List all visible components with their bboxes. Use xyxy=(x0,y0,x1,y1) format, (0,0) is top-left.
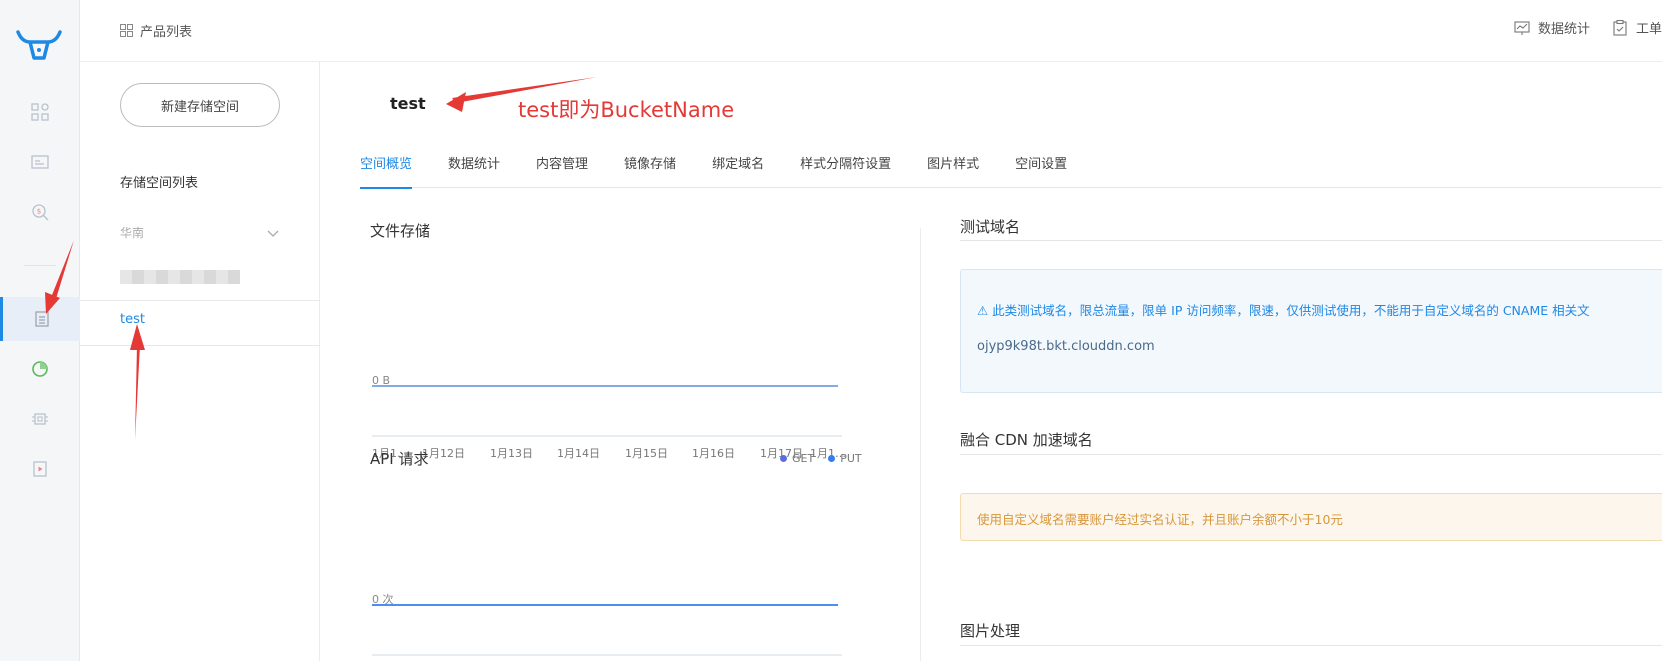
svg-text:$: $ xyxy=(37,208,41,216)
breadcrumb[interactable]: 产品列表 xyxy=(120,21,192,40)
storage-chart: 0 B1月1… 1月12日 1月13日 1月14日 1月15日 1月16日 1月17日 1月1… xyxy=(372,374,846,460)
bucket-title: test xyxy=(390,94,426,113)
app-root: $ 产品列表 数据统计 工单 新建存储空间 存储空间列表 华南 test tes… xyxy=(0,0,1662,661)
chip-icon xyxy=(32,413,48,425)
x-tick-label: 1月15日 xyxy=(625,447,668,460)
test-domain-box: ⚠ 此类测试域名，限总流量，限单 IP 访问频率，限速，仅供测试使用，不能用于自… xyxy=(960,269,1662,393)
api-chart: 0 次1月1…1月12日1月13日1月14日1月15日1月16日1月17日1月1… xyxy=(372,592,842,656)
blurred-bucket-item[interactable] xyxy=(120,270,240,284)
bucket-list-title: 存储空间列表 xyxy=(120,176,199,191)
bucket-list-item[interactable]: test xyxy=(120,312,145,327)
bucket-sidebar: 新建存储空间 存储空间列表 华南 test xyxy=(80,62,320,661)
rail-divider xyxy=(24,265,56,266)
legend-dot-get xyxy=(780,455,787,462)
storage-chart-title: 文件存储 xyxy=(370,222,431,240)
section-line xyxy=(960,645,1662,646)
column-divider xyxy=(920,228,921,661)
legend-put[interactable]: PUT xyxy=(828,452,862,465)
stats-link[interactable]: 数据统计 xyxy=(1514,18,1590,37)
api-chart-legend: GET PUT xyxy=(780,452,862,465)
x-tick-label: 1月13日 xyxy=(490,447,533,460)
stats-label: 数据统计 xyxy=(1537,22,1590,37)
tab-mirror[interactable]: 镜像存储 xyxy=(606,148,694,188)
rail-account-item[interactable] xyxy=(0,140,80,184)
tab-overview[interactable]: 空间概览 xyxy=(360,148,430,189)
main-content: test test即为BucketName 空间概览 数据统计 内容管理 镜像存… xyxy=(320,62,1662,661)
test-domain-value[interactable]: ojyp9k98t.bkt.clouddn.com xyxy=(977,339,1155,354)
video-play-icon xyxy=(33,461,47,477)
grid-shapes-icon xyxy=(31,103,49,121)
tab-image-styles[interactable]: 图片样式 xyxy=(909,148,997,188)
top-right-menu: 数据统计 工单 xyxy=(1514,18,1662,37)
annotation-text: test即为BucketName xyxy=(518,98,735,122)
y-tick-label: 0 次 xyxy=(372,592,394,606)
stats-chart-icon xyxy=(1514,20,1530,35)
rail-media-item[interactable] xyxy=(0,447,80,491)
rail-cdn-item[interactable] xyxy=(0,347,80,391)
y-tick-label: 0 B xyxy=(372,374,390,387)
new-bucket-button[interactable]: 新建存储空间 xyxy=(120,83,280,127)
tab-bucket-settings[interactable]: 空间设置 xyxy=(997,148,1085,188)
tab-statistics[interactable]: 数据统计 xyxy=(430,148,518,188)
rail-compute-item[interactable] xyxy=(0,397,80,441)
chevron-down-icon xyxy=(267,230,279,237)
x-tick-label: 1月14日 xyxy=(557,447,600,460)
section-line xyxy=(960,240,1662,241)
rail-storage-item[interactable] xyxy=(0,297,80,341)
sidebar-separator xyxy=(80,345,320,346)
cdn-globe-icon xyxy=(32,361,48,377)
icon-rail: $ xyxy=(0,0,80,661)
test-domain-warning: ⚠ 此类测试域名，限总流量，限单 IP 访问频率，限速，仅供测试使用，不能用于自… xyxy=(977,303,1590,318)
storage-doc-icon xyxy=(34,311,49,327)
tab-domain[interactable]: 绑定域名 xyxy=(694,148,782,188)
top-bar: 产品列表 数据统计 工单 xyxy=(80,0,1662,62)
rail-products-item[interactable] xyxy=(0,90,80,134)
api-chart-title: API 请求 xyxy=(370,450,429,468)
money-search-icon: $ xyxy=(32,204,49,221)
breadcrumb-label: 产品列表 xyxy=(140,25,193,40)
bucket-tabs: 空间概览 数据统计 内容管理 镜像存储 绑定域名 样式分隔符设置 图片样式 空间… xyxy=(360,148,1662,189)
cdn-warning-text: 使用自定义域名需要账户经过实名认证，并且账户余额不小于10元 xyxy=(977,512,1343,527)
legend-dot-put xyxy=(828,455,836,462)
logo-icon[interactable] xyxy=(16,28,62,62)
ticket-link[interactable]: 工单 xyxy=(1612,18,1662,37)
clipboard-check-icon xyxy=(1613,19,1627,36)
ticket-label: 工单 xyxy=(1635,22,1662,37)
image-processing-title: 图片处理 xyxy=(960,622,1021,640)
tab-content[interactable]: 内容管理 xyxy=(518,148,606,188)
test-domain-title: 测试域名 xyxy=(960,218,1021,236)
sidebar-separator xyxy=(80,300,320,301)
tab-separator-settings[interactable]: 样式分隔符设置 xyxy=(782,148,909,188)
legend-put-label: PUT xyxy=(840,452,862,465)
cdn-warning-box: 使用自定义域名需要账户经过实名认证，并且账户余额不小于10元 xyxy=(960,493,1662,541)
id-card-icon xyxy=(31,155,49,169)
region-select[interactable]: 华南 xyxy=(120,224,280,241)
x-tick-label: 1月16日 xyxy=(692,447,735,460)
grid-icon xyxy=(120,24,133,37)
rail-finance-item[interactable]: $ xyxy=(0,190,80,234)
region-label: 华南 xyxy=(120,226,145,240)
legend-get[interactable]: GET xyxy=(780,452,814,465)
cdn-domain-title: 融合 CDN 加速域名 xyxy=(960,431,1093,449)
section-line xyxy=(960,454,1662,455)
legend-get-label: GET xyxy=(792,452,815,465)
